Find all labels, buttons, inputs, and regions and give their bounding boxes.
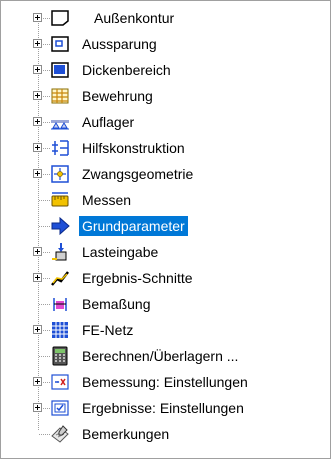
tree-item-label: Hilfskonstruktion [82, 140, 185, 156]
tree-item-calculate[interactable]: Berechnen/Überlagern ... [1, 343, 330, 369]
tree-item-label: Ergebnis-Schnitte [82, 270, 193, 286]
load-input-icon [50, 242, 70, 262]
auxiliary-construction-icon [50, 138, 70, 158]
expand-icon[interactable] [33, 39, 42, 48]
expand-icon[interactable] [33, 13, 42, 22]
tree-item-label: Dickenbereich [82, 62, 171, 78]
constraint-geometry-icon [50, 164, 70, 184]
tree-item-label: Bewehrung [82, 88, 153, 104]
tree-item-results-settings[interactable]: Ergebnisse: Einstellungen [1, 395, 330, 421]
results-settings-icon [50, 398, 70, 418]
tree-item-recess[interactable]: Aussparung [1, 31, 330, 57]
tree-item-reinforcement[interactable]: Bewehrung [1, 83, 330, 109]
tree-item-label: Grundparameter [79, 216, 188, 236]
tree-item-label: Bemaßung [82, 296, 151, 312]
tree-item-label: FE-Netz [82, 322, 134, 338]
tree-item-label: Außenkontur [94, 10, 175, 26]
expand-icon[interactable] [33, 91, 42, 100]
tree-item-remarks[interactable]: Bemerkungen [1, 421, 330, 447]
tree-item-fe-mesh[interactable]: FE-Netz [1, 317, 330, 343]
fe-mesh-icon [50, 320, 70, 340]
tree-item-label: Lasteingabe [82, 244, 159, 260]
tree-branch-line [39, 226, 50, 227]
expand-icon[interactable] [33, 247, 42, 256]
tree-item-measure[interactable]: Messen [1, 187, 330, 213]
expand-icon[interactable] [33, 325, 42, 334]
expand-icon[interactable] [33, 273, 42, 282]
tree-item-support[interactable]: Auflager [1, 109, 330, 135]
tree-item-thickness-region[interactable]: Dickenbereich [1, 57, 330, 83]
reinforcement-icon [50, 86, 70, 106]
expand-icon[interactable] [33, 403, 42, 412]
tree-item-label: Bemessung: Einstellungen [82, 374, 248, 390]
tree-item-basic-parameters[interactable]: Grundparameter [1, 213, 330, 239]
calculator-icon [50, 346, 70, 366]
tree-item-label: Bemerkungen [82, 426, 170, 442]
expand-icon[interactable] [33, 377, 42, 386]
tree-item-label: Messen [82, 192, 132, 208]
thickness-region-icon [50, 60, 70, 80]
tree-item-label: Berechnen/Überlagern ... [82, 348, 239, 364]
tree-item-auxiliary-construction[interactable]: Hilfskonstruktion [1, 135, 330, 161]
navigation-tree: Außenkontur Aussparung Dickenbereich Bew… [1, 1, 330, 458]
expand-icon[interactable] [33, 65, 42, 74]
measure-icon [50, 190, 70, 210]
tree-item-design-settings[interactable]: Bemessung: Einstellungen [1, 369, 330, 395]
tree-item-label: Auflager [82, 114, 135, 130]
basic-parameters-icon [50, 216, 70, 236]
result-sections-icon [50, 268, 70, 288]
expand-icon[interactable] [33, 169, 42, 178]
tree-item-result-sections[interactable]: Ergebnis-Schnitte [1, 265, 330, 291]
tree-item-dimensioning[interactable]: Bemaßung [1, 291, 330, 317]
tree-branch-line [39, 356, 50, 357]
recess-icon [50, 34, 70, 54]
tree-item-label: Aussparung [82, 36, 157, 52]
tree-branch-line [39, 200, 50, 201]
tree-item-label: Ergebnisse: Einstellungen [82, 400, 244, 416]
outer-contour-icon [50, 8, 70, 28]
expand-icon[interactable] [33, 117, 42, 126]
tree-item-outer-contour[interactable]: Außenkontur [1, 5, 330, 31]
tree-item-label: Zwangsgeometrie [82, 166, 194, 182]
expand-icon[interactable] [33, 143, 42, 152]
dimensioning-icon [50, 294, 70, 314]
design-settings-icon [50, 372, 70, 392]
support-icon [50, 112, 70, 132]
tree-item-constraint-geometry[interactable]: Zwangsgeometrie [1, 161, 330, 187]
tree-branch-line [39, 304, 50, 305]
remarks-icon [50, 424, 70, 444]
tree-panel: Außenkontur Aussparung Dickenbereich Bew… [0, 0, 331, 459]
tree-branch-line [39, 434, 50, 435]
tree-item-load-input[interactable]: Lasteingabe [1, 239, 330, 265]
